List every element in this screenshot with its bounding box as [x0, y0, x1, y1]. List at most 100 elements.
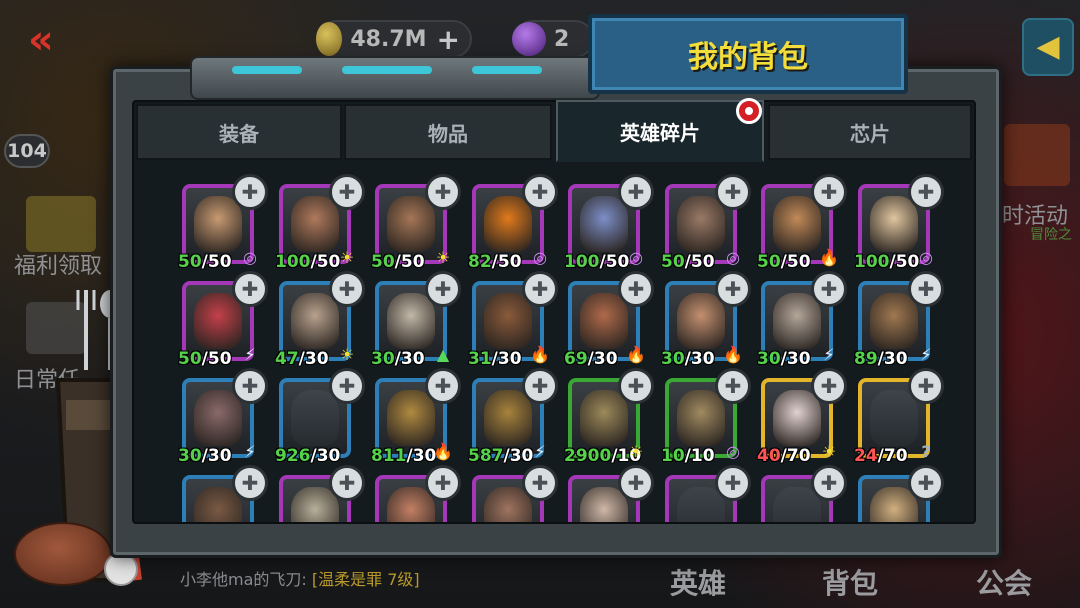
hero-shard-card[interactable]: ✚	[761, 465, 847, 522]
swirl-element-icon: ◎	[726, 248, 740, 267]
hero-shard-card[interactable]: ✚ 50/50 ◎	[178, 174, 268, 272]
hero-portrait	[484, 293, 532, 349]
hero-shard-card[interactable]: ✚ 30/30 ⚡	[757, 271, 847, 369]
sun-element-icon: ☀	[821, 442, 837, 461]
hero-shard-card[interactable]: ✚ 30/30 ▲	[371, 271, 461, 369]
shard-required: /30	[503, 446, 534, 466]
hero-shard-card[interactable]: ✚ 50/50 ⚡	[178, 271, 268, 369]
coin-counter[interactable]: 48.7M +	[316, 20, 472, 58]
puzzle-piece-icon: ✚	[425, 465, 461, 501]
title-plate: 我的背包	[588, 14, 908, 94]
hero-shard-card[interactable]: ✚	[858, 465, 944, 522]
shard-required: /50	[684, 252, 715, 272]
hero-shard-card[interactable]: ✚ 2900/10 ☀	[564, 368, 654, 466]
hero-shard-card[interactable]: ✚ 24/70?	[854, 368, 944, 466]
shard-count: 30/30	[757, 349, 811, 369]
hero-shard-card[interactable]: ✚ 50/50 ☀	[371, 174, 461, 272]
welfare-icon[interactable]	[26, 196, 96, 252]
nav-guild[interactable]: 公会	[976, 562, 1032, 602]
panel-bracket-decoration	[190, 56, 600, 100]
puzzle-piece-icon: ✚	[618, 368, 654, 404]
hero-shard-card[interactable]: ✚	[665, 465, 751, 522]
puzzle-piece-icon: ✚	[811, 368, 847, 404]
tab-chips[interactable]: 芯片	[768, 104, 972, 160]
unknown-hero-portrait	[291, 390, 339, 446]
shard-required: /50	[599, 252, 630, 272]
side-label-welfare[interactable]: 福利领取	[14, 248, 102, 280]
sun-element-icon: ☀	[339, 345, 355, 364]
shard-owned: 30	[757, 349, 781, 369]
puzzle-piece-icon: ✚	[522, 368, 558, 404]
hero-shard-card[interactable]: ✚ 100/50 ☀	[275, 174, 365, 272]
puzzle-piece-icon: ✚	[618, 465, 654, 501]
shard-owned: 2900	[564, 446, 612, 466]
fire-element-icon: 🔥	[626, 345, 646, 364]
puzzle-piece-icon: ✚	[715, 174, 751, 210]
hero-portrait	[773, 196, 821, 252]
shard-required: /30	[877, 349, 908, 369]
hero-shard-card[interactable]: ✚ 30/30 🔥	[661, 271, 751, 369]
tab-items[interactable]: 物品	[344, 104, 552, 160]
hero-portrait	[291, 293, 339, 349]
hero-portrait	[484, 196, 532, 252]
side-label-adventure: 冒险之	[1030, 227, 1072, 243]
hero-portrait	[484, 390, 532, 446]
shard-required: /50	[394, 252, 425, 272]
puzzle-piece-icon: ✚	[715, 368, 751, 404]
hero-shard-card[interactable]: ✚ 40/70 ☀	[757, 368, 847, 466]
hero-portrait	[580, 390, 628, 446]
event-icon[interactable]	[1004, 124, 1070, 186]
shard-count: 100/50	[564, 252, 629, 272]
hero-shard-card[interactable]: ✚ 89/30 ⚡	[854, 271, 944, 369]
tab-hero-shards[interactable]: 英雄碎片	[556, 100, 764, 162]
bolt-element-icon: ⚡	[244, 345, 256, 364]
shard-owned: 587	[468, 446, 504, 466]
hero-shard-card[interactable]: ✚ 31/30 🔥	[468, 271, 558, 369]
shard-count: 50/50	[371, 252, 425, 272]
puzzle-piece-icon: ✚	[329, 465, 365, 501]
hero-shard-card[interactable]: ✚ 82/50 ◎	[468, 174, 558, 272]
tab-equipment[interactable]: 装备	[136, 104, 342, 160]
hero-shard-grid[interactable]: ✚ 50/50 ◎ ✚ 100/50 ☀ ✚ 50/50 ☀ ✚ 82/50 ◎ ✚ 100/50 ◎ ✚ 50…	[136, 164, 972, 522]
hero-shard-card[interactable]: ✚ 10/10 ◎	[661, 368, 751, 466]
gem-counter[interactable]: 2	[512, 20, 594, 58]
shard-count: 40/70	[757, 446, 811, 466]
chevron-left-icon: ◀	[1036, 29, 1060, 64]
shard-required: /10	[684, 446, 715, 466]
shard-count: 30/30	[371, 349, 425, 369]
chat-line[interactable]: 小李他ma的飞刀: [温柔是罪 7级]	[180, 566, 420, 590]
hero-shard-card[interactable]: ✚	[568, 465, 654, 522]
add-coins-icon[interactable]: +	[437, 23, 460, 56]
fire-element-icon: 🔥	[530, 345, 550, 364]
hero-shard-card[interactable]: ✚ 100/50 ◎	[564, 174, 654, 272]
hero-portrait	[194, 196, 242, 252]
hero-shard-card[interactable]: ✚ 30/30 ⚡	[178, 368, 268, 466]
hero-shard-card[interactable]: ✚	[472, 465, 558, 522]
puzzle-piece-icon: ✚	[908, 174, 944, 210]
hero-shard-card[interactable]: ✚ 50/50 🔥	[757, 174, 847, 272]
shard-required: /30	[491, 349, 522, 369]
hero-shard-card[interactable]: ✚ 587/30 ⚡	[468, 368, 558, 466]
shard-owned: 30	[661, 349, 685, 369]
hero-shard-card[interactable]: ✚ 50/50 ◎	[661, 174, 751, 272]
chat-item-link[interactable]: [温柔是罪 7级]	[312, 570, 420, 589]
hero-shard-card[interactable]: ✚	[182, 465, 268, 522]
right-panel-toggle[interactable]: ◀	[1022, 18, 1074, 76]
shard-owned: 24	[854, 446, 878, 466]
hero-shard-card[interactable]: ✚ 69/30 🔥	[564, 271, 654, 369]
gem-icon	[512, 22, 546, 56]
hero-shard-card[interactable]: ✚	[375, 465, 461, 522]
nav-bag[interactable]: 背包	[822, 562, 878, 602]
hero-shard-card[interactable]: ✚ 100/50 ◎	[854, 174, 944, 272]
nav-heroes[interactable]: 英雄	[670, 562, 726, 602]
back-button[interactable]: «	[28, 18, 80, 62]
hero-shard-card[interactable]: ✚ 926/30	[275, 368, 365, 466]
puzzle-piece-icon: ✚	[811, 465, 847, 501]
puzzle-piece-icon: ✚	[329, 174, 365, 210]
hero-shard-card[interactable]: ✚ 47/30 ☀	[275, 271, 365, 369]
hero-shard-card[interactable]: ✚ 811/30 🔥	[371, 368, 461, 466]
puzzle-piece-icon: ✚	[232, 465, 268, 501]
chat-sender: 小李他ma的飞刀:	[180, 570, 312, 589]
hero-shard-card[interactable]: ✚	[279, 465, 365, 522]
shard-owned: 30	[178, 446, 202, 466]
